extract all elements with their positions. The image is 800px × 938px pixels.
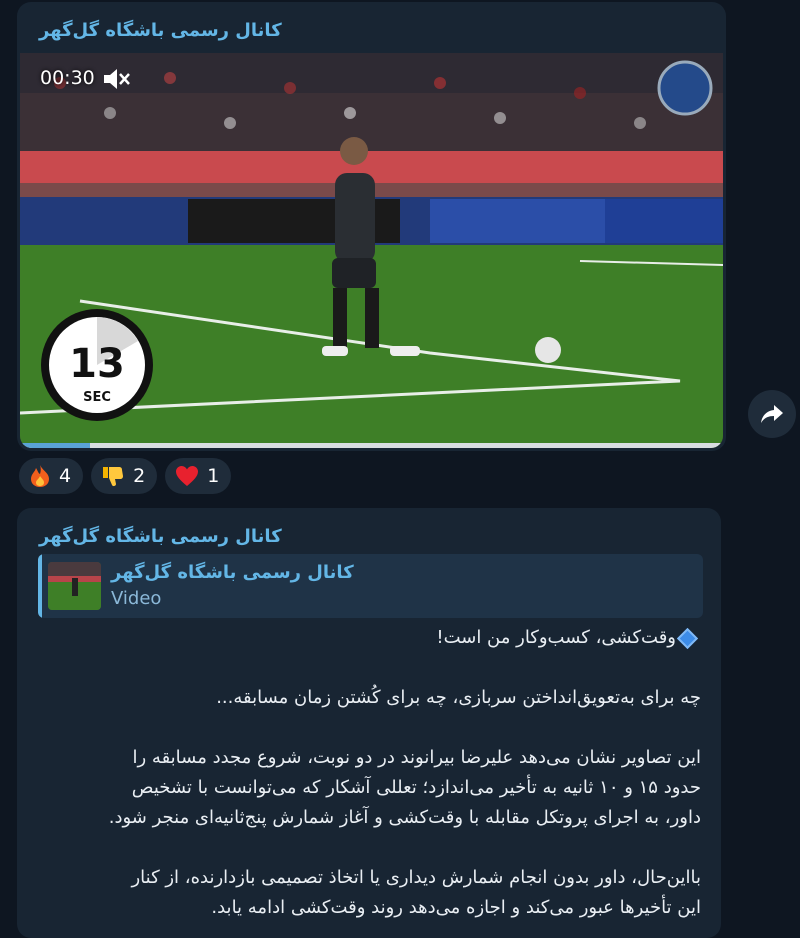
heart-icon: [176, 466, 199, 486]
timer-unit: SEC: [83, 390, 111, 405]
text-post: کانال رسمی باشگاه گل‌گهر کانال رسمی باشگ…: [17, 508, 721, 938]
mute-icon[interactable]: [102, 68, 130, 94]
video-post: کانال رسمی باشگاه گل‌گهر: [17, 2, 726, 451]
reaction-fire[interactable]: 4: [19, 458, 84, 494]
text-line: بااین‌حال، داور بدون انجام شمارش دیداری …: [131, 867, 701, 888]
club-logo: [657, 60, 713, 116]
video-progress-fill: [20, 443, 91, 448]
share-arrow-icon: [761, 405, 783, 423]
text-line: چه برای به‌تعویق‌انداختن سربازی، چه برای…: [216, 687, 701, 708]
text-line: این تصاویر نشان می‌دهد علیرضا بیرانوند د…: [132, 747, 702, 768]
text-line: این تأخیرها عبور می‌کند و اجازه می‌دهد ر…: [211, 897, 701, 918]
blue-diamond-icon: [676, 627, 699, 649]
reaction-bar: 4 2 1: [19, 458, 232, 494]
video-progress-bar[interactable]: [20, 443, 723, 448]
reply-type: Video: [111, 588, 162, 609]
fire-icon: [31, 465, 49, 487]
text-line: حدود ۱۵ و ۱۰ ثانیه به تأخیر می‌اندازد؛ ت…: [131, 777, 701, 798]
forward-button[interactable]: [748, 390, 796, 438]
post-text: وقت‌کشی، کسب‌وکار من است! چه برای به‌تعو…: [31, 623, 701, 923]
video-player[interactable]: 00:30 13 SEC: [20, 53, 723, 448]
reaction-count: 2: [133, 465, 146, 487]
countdown-timer: 13 SEC: [39, 307, 155, 427]
text-line: داور، به اجرای پروتکل مقابله با وقت‌کشی …: [108, 807, 701, 828]
reply-accent-bar: [38, 554, 42, 618]
reaction-count: 4: [59, 465, 72, 487]
football: [535, 337, 561, 363]
forwarded-reply[interactable]: کانال رسمی باشگاه گل‌گهر Video: [38, 554, 703, 618]
headline: وقت‌کشی، کسب‌وکار من است!: [31, 623, 701, 653]
reaction-count: 1: [207, 465, 220, 487]
channel-name[interactable]: کانال رسمی باشگاه گل‌گهر: [39, 526, 282, 547]
timer-number: 13: [69, 341, 125, 387]
reaction-thumbs-down[interactable]: 2: [91, 458, 158, 494]
video-time: 00:30: [40, 67, 95, 89]
channel-name[interactable]: کانال رسمی باشگاه گل‌گهر: [39, 20, 282, 41]
thumbs-down-icon: [103, 467, 124, 487]
reaction-heart[interactable]: 1: [165, 458, 232, 494]
video-thumbnail: [48, 562, 101, 610]
reply-title: کانال رسمی باشگاه گل‌گهر: [111, 562, 354, 583]
